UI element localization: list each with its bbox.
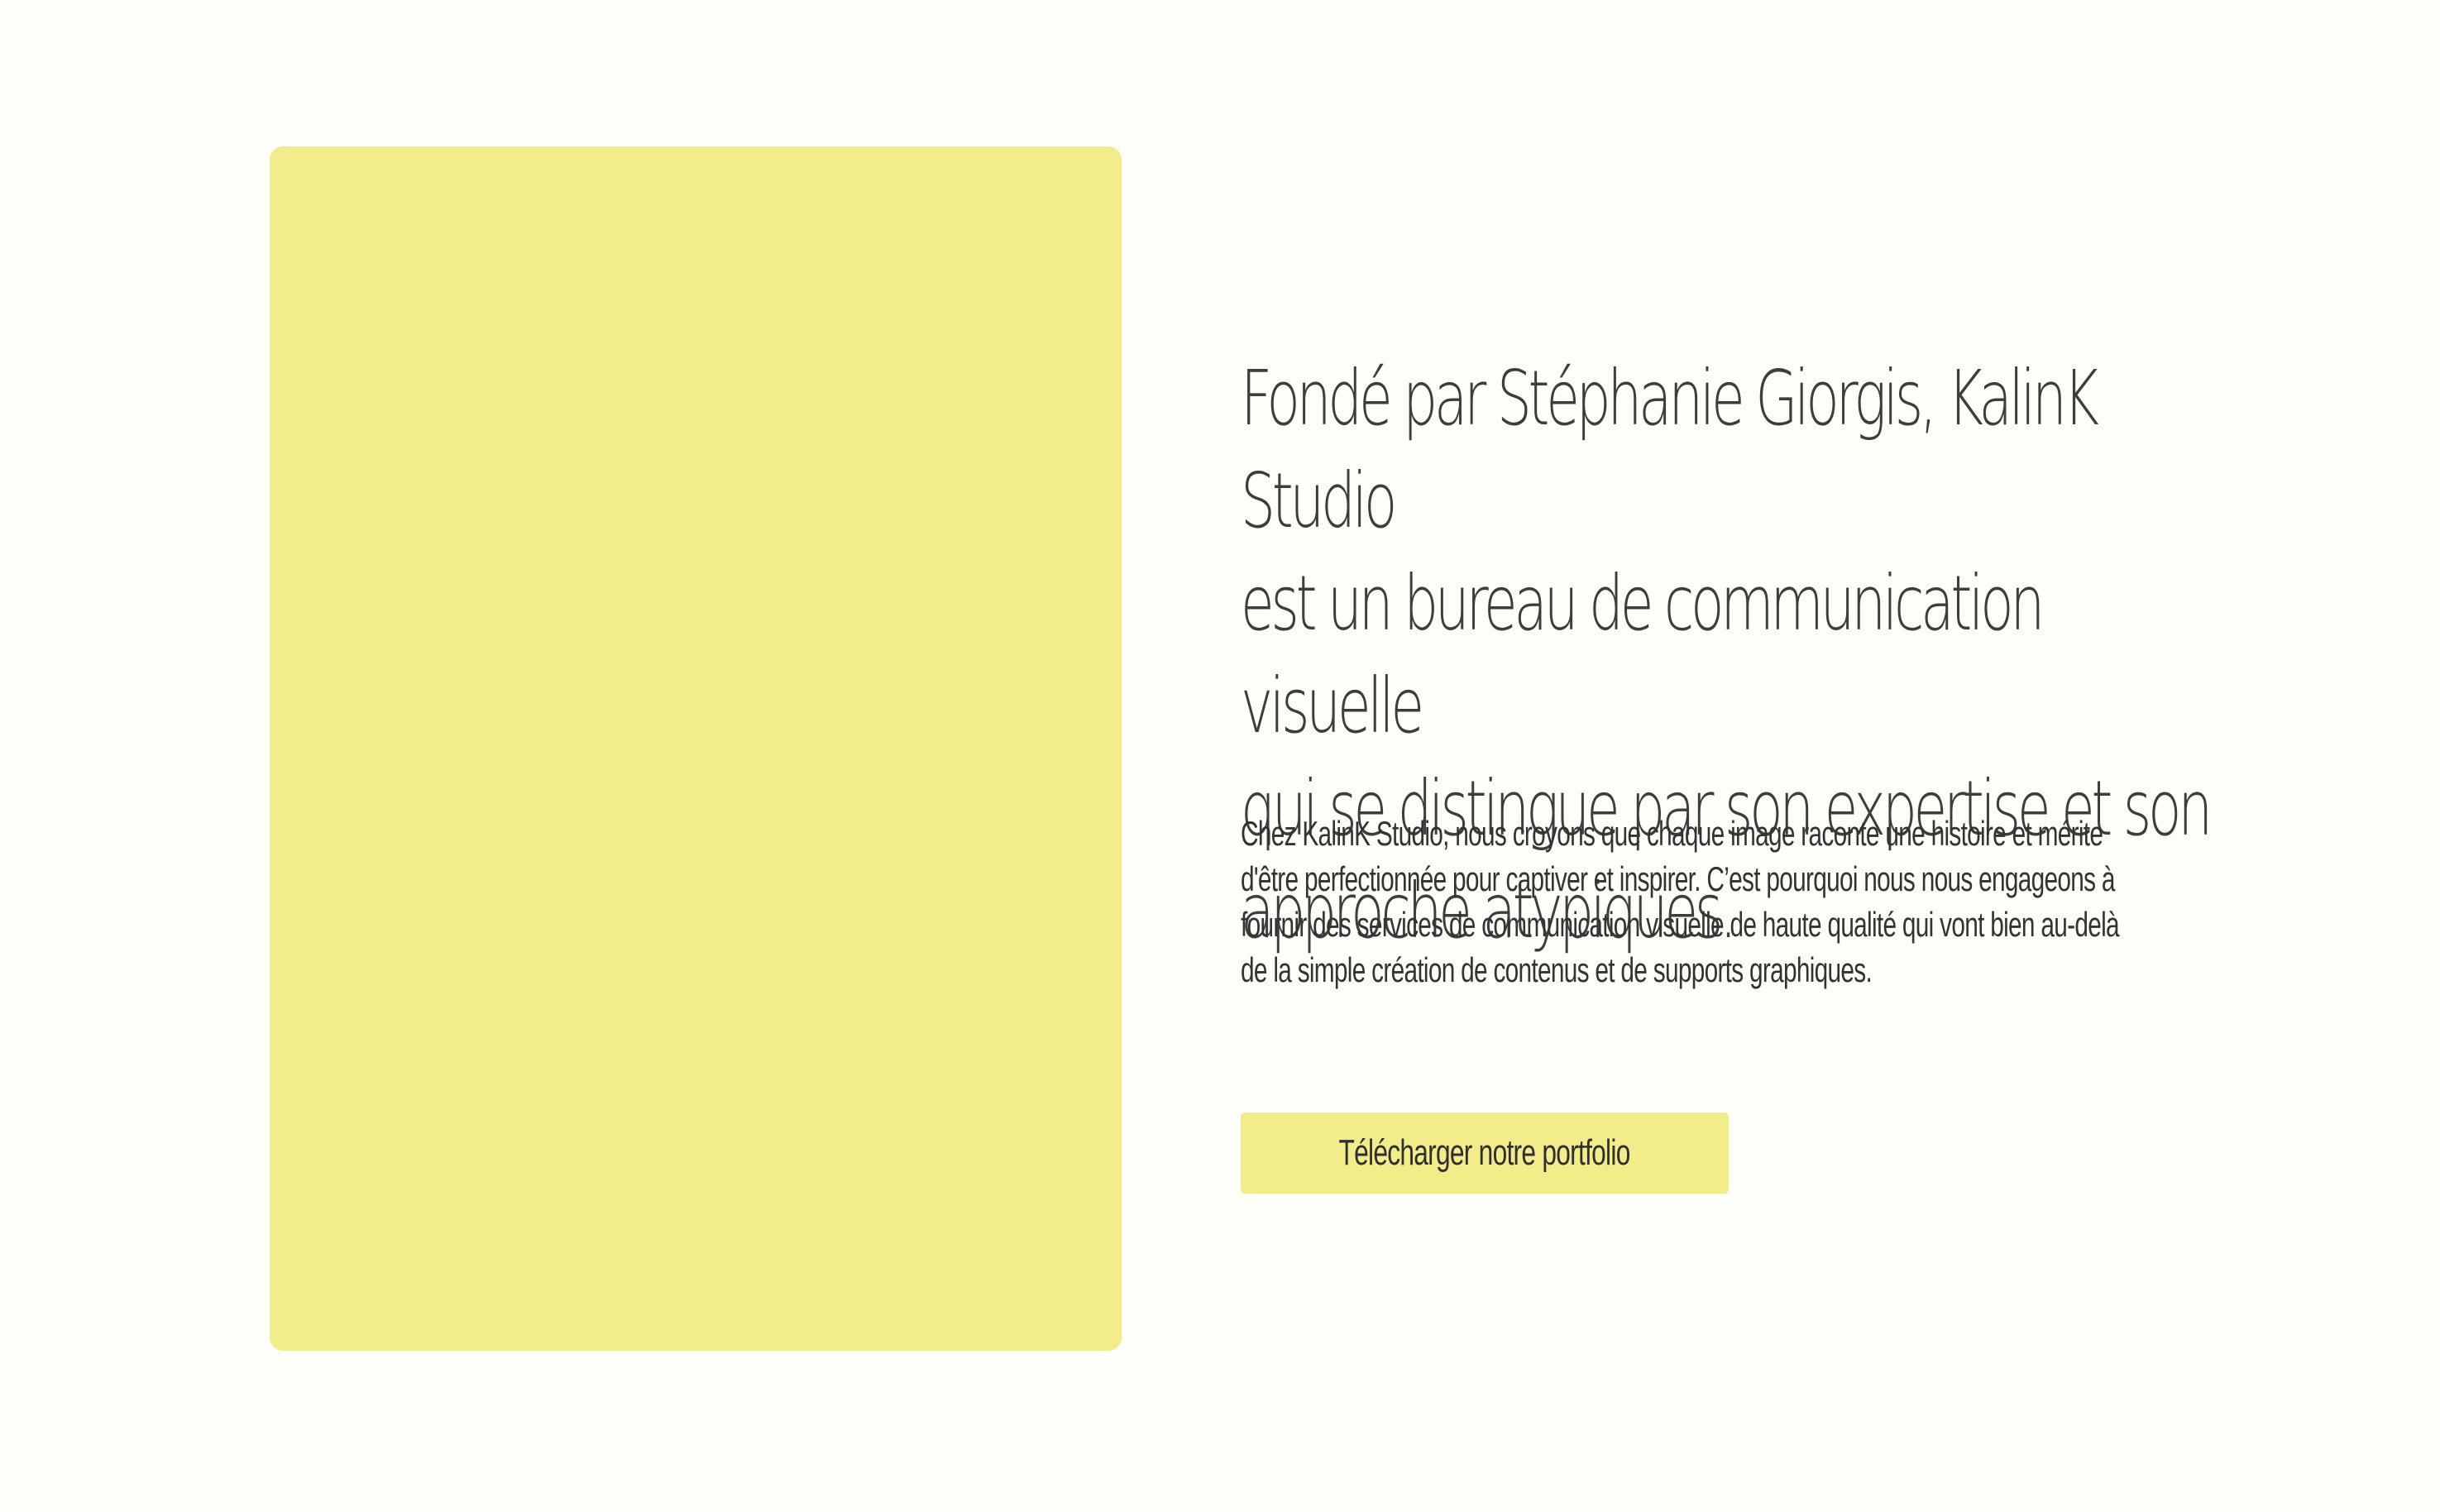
headline-line: est un bureau de communication visuelle xyxy=(1241,559,2045,750)
description-line: fournir des services de communication vi… xyxy=(1241,905,2120,944)
download-portfolio-label: Télécharger notre portfolio xyxy=(1338,1132,1631,1173)
headline-line: Fondé par Stéphanie Giorgis, KalinK Stud… xyxy=(1241,354,2099,545)
about-section: Fondé par Stéphanie Giorgis, KalinK Stud… xyxy=(1241,347,2217,989)
hero-image-placeholder xyxy=(270,146,1122,1351)
description-line: d'être perfectionnée pour captiver et in… xyxy=(1241,859,2115,898)
description-line: de la simple création de contenus et de … xyxy=(1241,950,1873,989)
description-line: Chez KalinK Studio, nous croyons que cha… xyxy=(1241,814,2103,853)
description-paragraph: Chez KalinK Studio, nous croyons que cha… xyxy=(1241,811,2203,993)
download-portfolio-button[interactable]: Télécharger notre portfolio xyxy=(1241,1112,1729,1194)
